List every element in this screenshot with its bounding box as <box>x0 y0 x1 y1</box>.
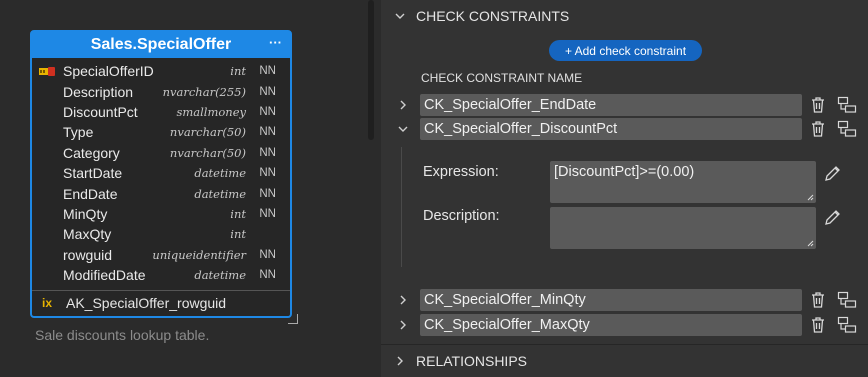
constraint-name-field[interactable]: CK_SpecialOffer_DiscountPct <box>420 118 802 140</box>
pencil-icon[interactable] <box>823 207 843 227</box>
column-nn: NN <box>259 105 276 118</box>
chevron-right-icon[interactable] <box>397 99 409 111</box>
constraint-row[interactable]: CK_SpecialOffer_EndDate <box>381 94 868 116</box>
trash-icon[interactable] <box>810 96 826 114</box>
relationships-header[interactable]: RELATIONSHIPS <box>381 344 868 376</box>
add-check-constraint-button[interactable]: + Add check constraint <box>549 40 702 61</box>
column-name: StartDate <box>63 165 123 182</box>
column-row[interactable]: Category nvarchar(50) NN <box>32 143 290 163</box>
column-type: int <box>230 227 246 242</box>
column-name: Description <box>63 83 134 100</box>
index-name: AK_SpecialOffer_rowguid <box>66 295 227 311</box>
expression-field[interactable]: [DiscountPct]>=(0.00) <box>550 161 816 203</box>
constraint-name-field[interactable]: CK_SpecialOffer_MinQty <box>420 289 802 311</box>
column-name: rowguid <box>63 246 113 263</box>
column-row[interactable]: Type nvarchar(50) NN <box>32 122 290 142</box>
column-type: uniqueidentifier <box>152 247 246 262</box>
description-label: Description: <box>423 208 500 224</box>
column-name: ModifiedDate <box>63 267 146 284</box>
canvas-scrollbar[interactable] <box>368 0 374 140</box>
column-name: EndDate <box>63 185 118 202</box>
chevron-right-icon <box>397 356 403 365</box>
column-list: SpecialOfferID int NN Description nvarch… <box>32 58 290 285</box>
index-icon: ix <box>42 296 53 310</box>
constraint-name-field[interactable]: CK_SpecialOffer_MaxQty <box>420 314 802 336</box>
column-row[interactable]: EndDate datetime NN <box>32 183 290 203</box>
column-row[interactable]: StartDate datetime NN <box>32 163 290 183</box>
column-type: nvarchar(50) <box>169 125 246 140</box>
expression-value: [DiscountPct]>=(0.00) <box>554 164 695 180</box>
index-row[interactable]: ix AK_SpecialOffer_rowguid <box>32 294 290 314</box>
column-name: DiscountPct <box>63 103 138 120</box>
section-title: CHECK CONSTRAINTS <box>416 8 570 24</box>
column-nn: NN <box>259 248 276 261</box>
column-nn: NN <box>259 146 276 159</box>
expression-label: Expression: <box>423 164 499 180</box>
primary-key-icon <box>39 67 55 76</box>
column-type: nvarchar(50) <box>169 145 246 160</box>
resize-handle-icon[interactable] <box>288 314 298 324</box>
constraint-row[interactable]: CK_SpecialOffer_DiscountPct <box>381 118 868 140</box>
chevron-right-icon[interactable] <box>397 319 409 331</box>
column-name: MaxQty <box>63 226 112 243</box>
column-name: SpecialOfferID <box>63 63 154 80</box>
constraint-row[interactable]: CK_SpecialOffer_MaxQty <box>381 314 868 336</box>
column-row[interactable]: SpecialOfferID int NN <box>32 61 290 81</box>
resize-grip-icon[interactable] <box>807 240 814 247</box>
constraint-name-field[interactable]: CK_SpecialOffer_EndDate <box>420 94 802 116</box>
column-nn: NN <box>259 207 276 220</box>
column-type: datetime <box>194 166 246 181</box>
column-name: Category <box>63 144 120 161</box>
trash-icon[interactable] <box>810 291 826 309</box>
column-nn: NN <box>259 126 276 139</box>
chevron-right-icon[interactable] <box>397 294 409 306</box>
constraint-row[interactable]: CK_SpecialOffer_MinQty <box>381 289 868 311</box>
column-name: Type <box>63 124 94 141</box>
table-card[interactable]: Sales.SpecialOffer ··· SpecialOfferID in… <box>30 30 292 318</box>
trash-icon[interactable] <box>810 316 826 334</box>
column-type: datetime <box>194 268 246 283</box>
check-constraints-header[interactable]: CHECK CONSTRAINTS <box>381 0 868 32</box>
column-row[interactable]: MaxQty int <box>32 224 290 244</box>
chevron-down-icon[interactable] <box>397 123 409 135</box>
column-row[interactable]: MinQty int NN <box>32 204 290 224</box>
column-nn: NN <box>259 65 276 78</box>
table-description: Sale discounts lookup table. <box>35 327 210 343</box>
column-row[interactable]: rowguid uniqueidentifier NN <box>32 245 290 265</box>
column-row[interactable]: Description nvarchar(255) NN <box>32 81 290 101</box>
edit-in-editor-icon[interactable] <box>837 96 857 114</box>
table-divider <box>32 290 290 291</box>
detail-indent-line <box>401 147 402 267</box>
chevron-down-icon <box>395 13 405 19</box>
column-nn: NN <box>259 269 276 282</box>
edit-in-editor-icon[interactable] <box>837 316 857 334</box>
table-title: Sales.SpecialOffer <box>90 36 232 53</box>
pencil-icon[interactable] <box>823 163 843 183</box>
table-header[interactable]: Sales.SpecialOffer ··· <box>32 32 290 58</box>
ellipsis-icon[interactable]: ··· <box>269 35 282 50</box>
edit-in-editor-icon[interactable] <box>837 120 857 138</box>
column-row[interactable]: DiscountPct smallmoney NN <box>32 102 290 122</box>
column-type: int <box>230 64 246 79</box>
column-header-label: CHECK CONSTRAINT NAME <box>421 71 583 85</box>
properties-panel: CHECK CONSTRAINTS + Add check constraint… <box>381 0 868 377</box>
column-row[interactable]: ModifiedDate datetime NN <box>32 265 290 285</box>
edit-in-editor-icon[interactable] <box>837 291 857 309</box>
column-type: smallmoney <box>176 104 246 119</box>
resize-grip-icon[interactable] <box>807 194 814 201</box>
column-nn: NN <box>259 85 276 98</box>
column-type: int <box>230 206 246 221</box>
trash-icon[interactable] <box>810 120 826 138</box>
column-nn: NN <box>259 187 276 200</box>
diagram-canvas[interactable]: Sales.SpecialOffer ··· SpecialOfferID in… <box>0 0 368 377</box>
section-title: RELATIONSHIPS <box>416 352 527 369</box>
description-field[interactable] <box>550 207 816 249</box>
column-type: datetime <box>194 186 246 201</box>
column-nn: NN <box>259 167 276 180</box>
column-type: nvarchar(255) <box>162 84 246 99</box>
column-name: MinQty <box>63 205 108 222</box>
